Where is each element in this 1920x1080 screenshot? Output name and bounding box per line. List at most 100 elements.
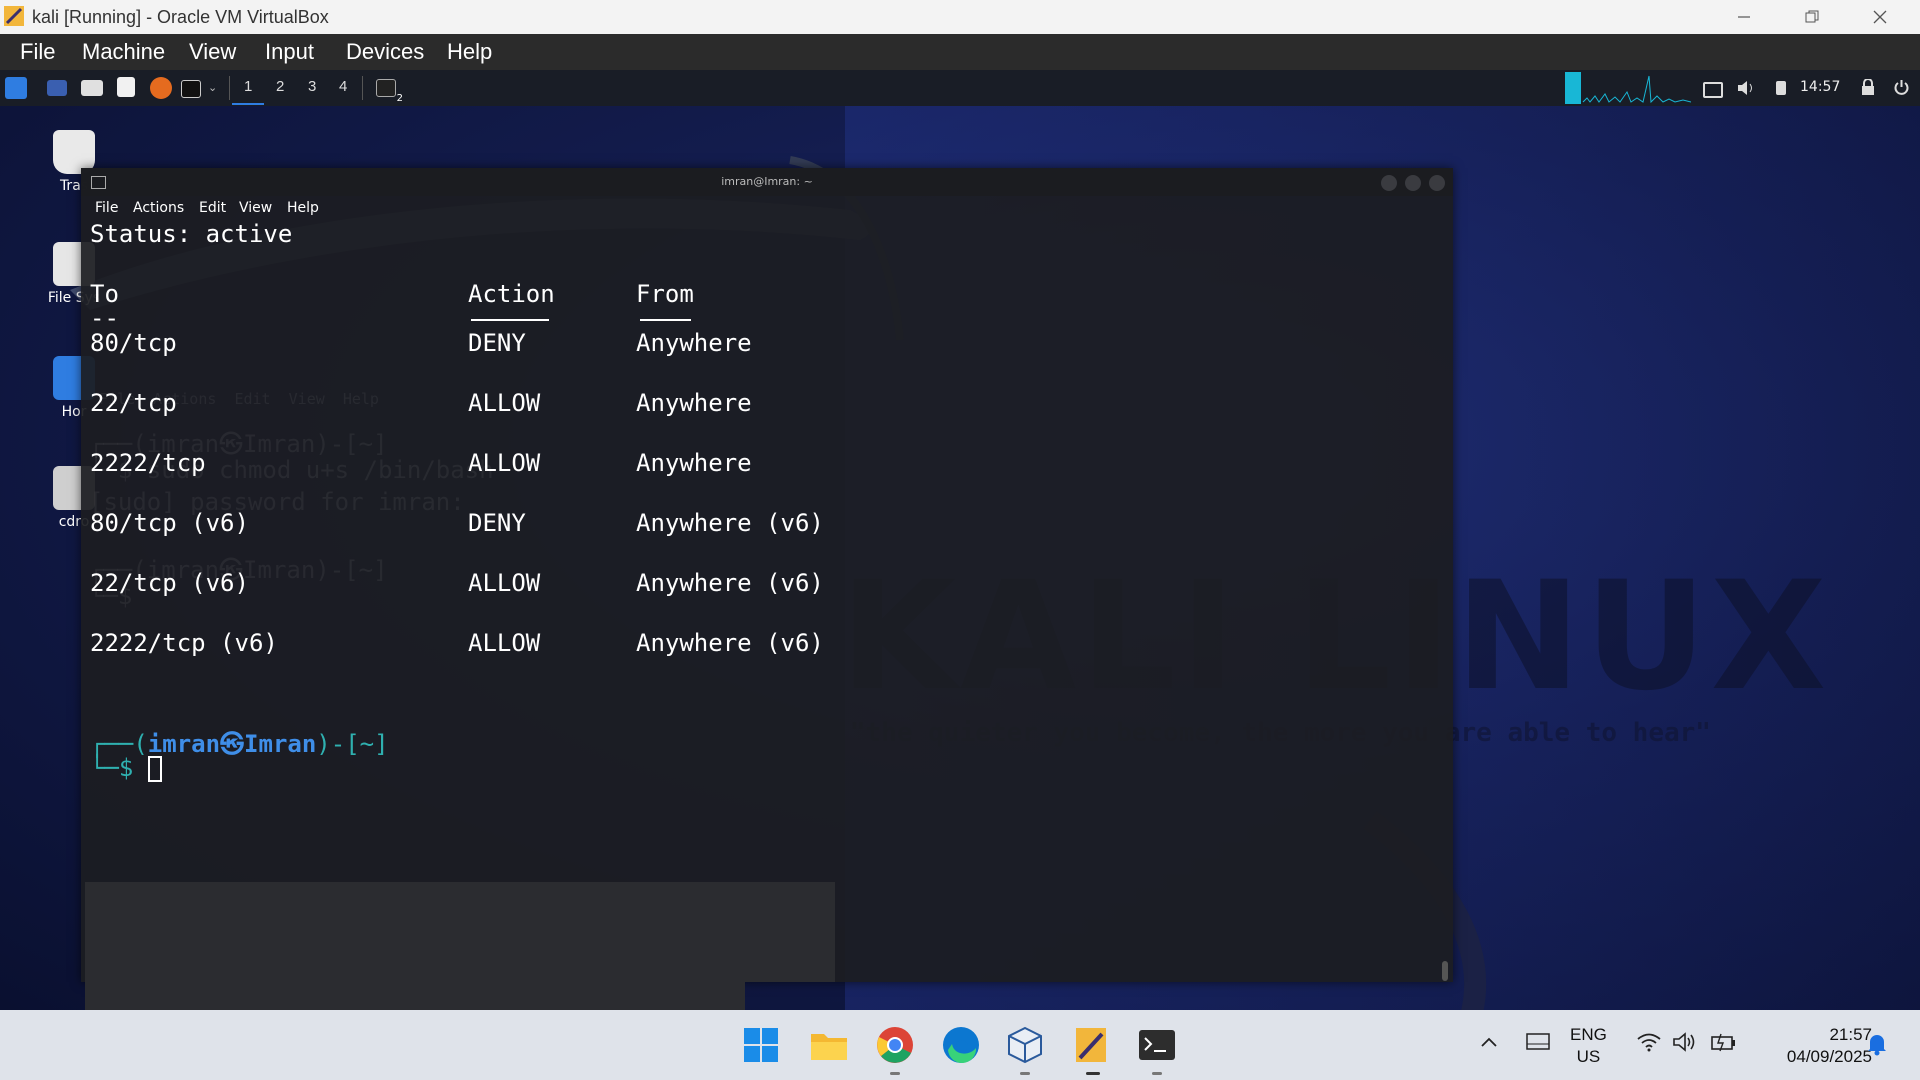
show-desktop-icon[interactable] — [47, 80, 67, 96]
prompt-dollar: └─$ — [90, 754, 148, 782]
rule-to-cell: 22/tcp (v6) — [90, 569, 249, 597]
virtualbox-vm-icon[interactable] — [1070, 1024, 1112, 1066]
windows-taskbar: ENG US 21:57 04/09/2025 — [0, 1010, 1920, 1080]
rule-from-cell: Anywhere (v6) — [636, 509, 824, 537]
rule-to-cell: 2222/tcp — [90, 449, 206, 477]
chrome-icon[interactable] — [874, 1024, 916, 1066]
ufw-status-line: Status: active — [90, 220, 293, 248]
rule-from-cell: Anywhere — [636, 329, 752, 357]
redaction-block — [85, 882, 745, 982]
display-icon[interactable] — [1703, 82, 1723, 98]
clock-time: 21:57 — [1829, 1025, 1872, 1044]
menu-file[interactable]: File — [20, 39, 55, 65]
terminal-menu-help[interactable]: Help — [287, 200, 319, 216]
close-icon — [1873, 10, 1887, 24]
header-to-underline: -- — [90, 304, 119, 332]
header-from-underline — [640, 319, 691, 321]
virtualbox-titlebar: kali [Running] - Oracle VM VirtualBox — [0, 0, 1920, 34]
speaker-icon[interactable] — [1672, 1032, 1698, 1052]
menu-machine[interactable]: Machine — [82, 39, 165, 65]
power-icon[interactable] — [1893, 79, 1910, 96]
header-action-underline — [471, 319, 549, 321]
prompt-suffix: )-[~] — [316, 730, 389, 758]
redaction-block — [745, 882, 835, 982]
volume-icon[interactable] — [1737, 80, 1755, 96]
chevron-up-icon[interactable] — [1480, 1035, 1498, 1049]
menu-devices[interactable]: Devices — [346, 39, 424, 65]
header-action: Action — [468, 280, 555, 308]
menu-input[interactable]: Input — [265, 39, 314, 65]
virtualbox-app-icon — [4, 6, 24, 26]
xfce-top-panel: ⌄ 1 2 3 4 2 14:57 — [0, 70, 1920, 106]
terminal-menu-file[interactable]: File — [95, 200, 118, 216]
text-editor-icon[interactable] — [117, 77, 135, 97]
battery-charging-icon[interactable] — [1710, 1032, 1736, 1052]
prompt-line-2[interactable]: └─$ — [90, 754, 162, 782]
rule-to-cell: 80/tcp — [90, 329, 177, 357]
virtualbox-menubar: File Machine View Input Devices Help — [0, 34, 1920, 70]
terminal-window[interactable]: imran@Imran: ~ File Actions Edit View He… — [81, 168, 1453, 1010]
rule-from-cell: Anywhere — [636, 389, 752, 417]
rule-to-cell: 80/tcp (v6) — [90, 509, 249, 537]
rule-action-cell: ALLOW — [468, 389, 541, 417]
rule-to-cell: 22/tcp — [90, 389, 177, 417]
menu-help[interactable]: Help — [447, 39, 492, 65]
terminal-maximize-button[interactable] — [1405, 175, 1421, 191]
chevron-down-icon[interactable]: ⌄ — [208, 81, 217, 94]
battery-icon[interactable] — [1776, 81, 1786, 95]
terminal-titlebar[interactable]: imran@Imran: ~ — [81, 168, 1453, 196]
rule-to-cell: 2222/tcp (v6) — [90, 629, 278, 657]
close-button[interactable] — [1846, 0, 1914, 34]
text-cursor — [147, 756, 162, 782]
running-indicator — [1020, 1072, 1030, 1075]
workspace-1[interactable]: 1 — [244, 78, 252, 95]
file-manager-icon[interactable] — [81, 80, 103, 96]
workspace-3[interactable]: 3 — [308, 78, 316, 95]
lock-icon[interactable] — [1861, 79, 1875, 96]
active-workspace-indicator — [232, 103, 264, 105]
firefox-icon[interactable] — [150, 77, 172, 99]
notification-bell-icon[interactable] — [1866, 1032, 1888, 1056]
terminal-launcher-icon[interactable] — [181, 80, 201, 98]
window-title: kali [Running] - Oracle VM VirtualBox — [32, 7, 329, 27]
tablet-mode-icon[interactable] — [1526, 1032, 1550, 1052]
language-indicator[interactable]: ENG US — [1570, 1024, 1607, 1068]
terminal-menu-view[interactable]: View — [239, 200, 272, 216]
rule-from-cell: Anywhere — [636, 449, 752, 477]
virtualbox-manager-icon[interactable] — [1004, 1024, 1046, 1066]
menu-view[interactable]: View — [189, 39, 236, 65]
terminal-menu-actions[interactable]: Actions — [133, 200, 184, 216]
terminal-window-button[interactable]: 2 — [376, 79, 403, 104]
terminal-count-badge: 2 — [396, 93, 403, 104]
clock-date: 04/09/2025 — [1786, 1047, 1872, 1066]
workspace-2[interactable]: 2 — [276, 78, 284, 95]
panel-divider — [229, 76, 230, 100]
minimize-button[interactable] — [1710, 0, 1778, 34]
file-explorer-icon[interactable] — [808, 1024, 850, 1066]
restore-icon — [1805, 10, 1819, 23]
workspace-4[interactable]: 4 — [339, 78, 347, 95]
terminal-output[interactable]: File Actions Edit View Help ┌──(imran㉿Im… — [89, 220, 1439, 980]
wifi-icon[interactable] — [1636, 1032, 1662, 1052]
terminal-app-icon[interactable] — [1136, 1024, 1178, 1066]
system-clock[interactable]: 21:57 04/09/2025 — [1760, 1024, 1872, 1068]
edge-icon[interactable] — [940, 1024, 982, 1066]
active-indicator — [1086, 1072, 1100, 1075]
header-from: From — [636, 280, 694, 308]
terminal-menu-edit[interactable]: Edit — [199, 200, 226, 216]
windows-start-icon[interactable] — [740, 1024, 782, 1066]
terminal-scrollbar[interactable] — [1442, 961, 1448, 981]
vm-display[interactable]: KALI LINUX "the quieter you become, the … — [0, 70, 1920, 1010]
kali-menu-icon[interactable] — [5, 77, 27, 99]
restore-button[interactable] — [1778, 0, 1846, 34]
rule-from-cell: Anywhere (v6) — [636, 569, 824, 597]
terminal-close-button[interactable] — [1429, 175, 1445, 191]
terminal-minimize-button[interactable] — [1381, 175, 1397, 191]
cpu-graph — [1565, 72, 1691, 104]
rule-action-cell: DENY — [468, 509, 526, 537]
running-indicator — [890, 1072, 900, 1075]
rule-from-cell: Anywhere (v6) — [636, 629, 824, 657]
rule-action-cell: DENY — [468, 329, 526, 357]
panel-clock[interactable]: 14:57 — [1800, 79, 1840, 95]
prompt-user: imran㉿Imran — [147, 730, 317, 758]
